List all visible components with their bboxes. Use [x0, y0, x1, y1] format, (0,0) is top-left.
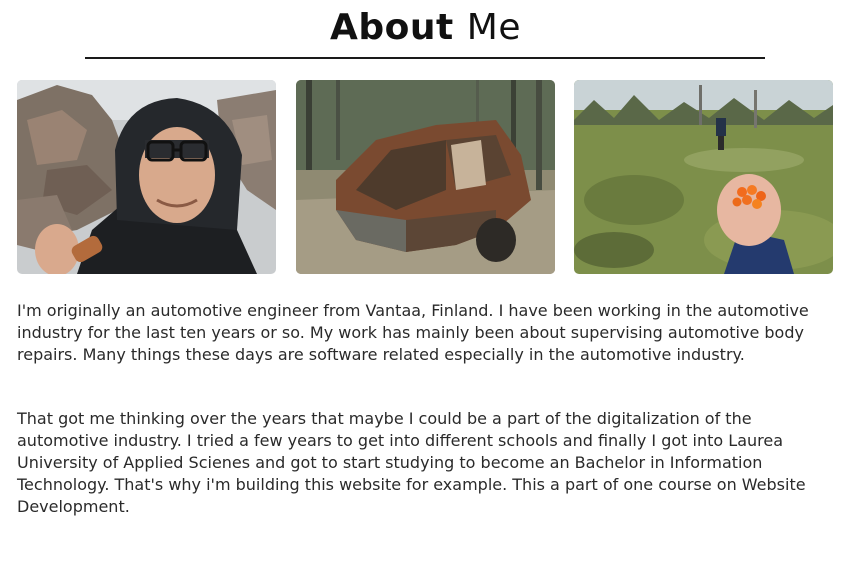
photo-car-wreck-image [296, 80, 555, 274]
photo-cloudberries [574, 80, 833, 274]
about-paragraph-2: That got me thinking over the years that… [17, 409, 806, 516]
photo-car-wreck [296, 80, 555, 274]
title-divider [85, 57, 765, 59]
title-light-word: Me [466, 7, 521, 48]
title-bold-word: About [330, 7, 454, 48]
page-title: About Me [0, 5, 851, 51]
photo-cloudberries-image [574, 80, 833, 274]
about-paragraph-1: I'm originally an automotive engineer fr… [17, 301, 809, 364]
photo-selfie [17, 80, 276, 274]
photo-selfie-image [17, 80, 276, 274]
